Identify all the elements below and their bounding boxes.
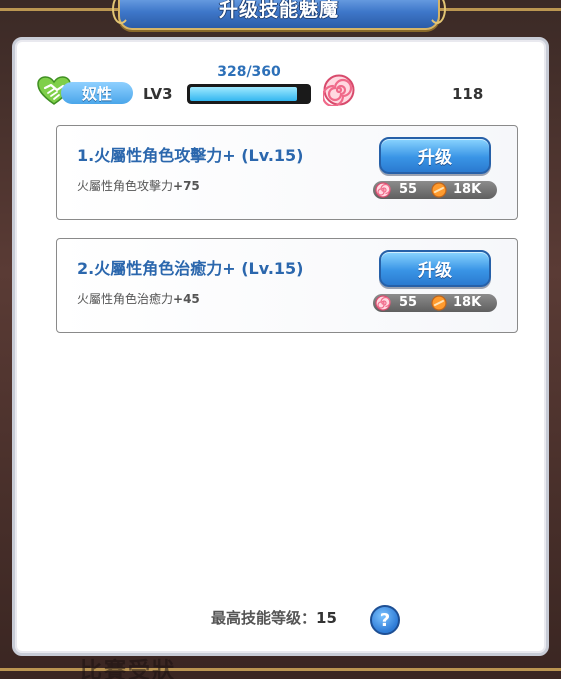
skill-name: 2.火屬性角色治癒力+ (Lv.15): [77, 259, 304, 278]
level-text: LV3: [143, 85, 173, 103]
upgrade-button[interactable]: 升级: [379, 137, 491, 174]
skill-description: 火屬性角色治癒力+45: [77, 290, 200, 307]
help-button[interactable]: ?: [370, 605, 400, 635]
cost-bar: 55 18K: [373, 294, 497, 312]
cost-bar: 55 18K: [373, 181, 497, 199]
skill-points-value: 118: [452, 85, 484, 103]
title-banner: 升级技能魅魔: [112, 0, 446, 30]
max-level-text: 最高技能等级：15: [211, 607, 337, 628]
dialog-title: 升级技能魅魔: [218, 0, 339, 21]
upgrade-dialog: 奴性 LV3 328/360 技能点 118 1.火屬性角色攻擊力+ (Lv.1…: [12, 37, 549, 656]
exp-text: 328/360: [217, 64, 281, 80]
upgrade-button[interactable]: 升级: [379, 250, 491, 287]
candy-cost: 55: [399, 295, 418, 310]
question-icon: ?: [379, 609, 391, 631]
coin-icon: [431, 182, 447, 198]
candy-cost: 55: [399, 182, 418, 197]
skill-desc-text: 火屬性角色治癒力: [77, 292, 174, 306]
coin-cost: 18K: [453, 182, 482, 197]
pink-swirl-candy-icon: [323, 74, 355, 106]
stats-row: 奴性 LV3 328/360 技能点 118: [37, 64, 517, 112]
banner-ornament-left: [112, 0, 130, 24]
skill-points-label: 技能点: [347, 82, 447, 104]
exp-bar: [187, 84, 311, 104]
candy-icon: [375, 182, 391, 198]
skill-desc-value: +45: [173, 292, 200, 306]
skill-desc-value: +75: [173, 179, 200, 193]
max-level-label: 最高技能等级：: [211, 609, 317, 627]
coin-icon: [431, 295, 447, 311]
coin-cost: 18K: [453, 295, 482, 310]
background-text: 比賽受狀: [80, 659, 177, 679]
skill-name: 1.火屬性角色攻擊力+ (Lv.15): [77, 146, 304, 165]
skill-card: 2.火屬性角色治癒力+ (Lv.15) 火屬性角色治癒力+45 升级 55 18…: [56, 238, 518, 333]
skill-card: 1.火屬性角色攻擊力+ (Lv.15) 火屬性角色攻擊力+75 升级 55 18…: [56, 125, 518, 220]
candy-icon: [375, 295, 391, 311]
trait-label: 奴性: [61, 82, 133, 104]
exp-bar-fill: [190, 87, 298, 101]
max-level-value: 15: [316, 609, 337, 627]
skill-description: 火屬性角色攻擊力+75: [77, 177, 200, 194]
skill-desc-text: 火屬性角色攻擊力: [77, 179, 174, 193]
